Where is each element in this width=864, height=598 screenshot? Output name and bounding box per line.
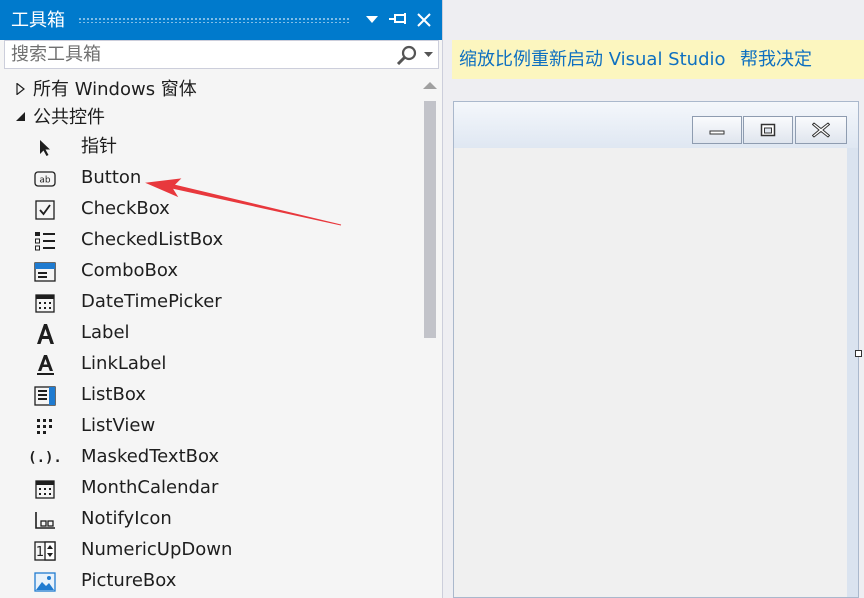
toolbox-title-bar[interactable]: 工具箱 — [0, 0, 442, 40]
chevron-down-icon — [424, 51, 433, 57]
picture-icon — [34, 571, 56, 593]
toolbox-search-box — [4, 40, 439, 69]
toolbox-item-listview[interactable]: ListView — [0, 411, 420, 442]
close-toolbox-button[interactable] — [413, 8, 435, 32]
item-label: ComboBox — [81, 260, 179, 281]
minimize-button[interactable] — [692, 116, 742, 144]
toolbox-scrollbar[interactable] — [420, 73, 441, 598]
listbox-icon — [34, 385, 56, 407]
close-form-button[interactable] — [795, 116, 847, 144]
search-icon — [396, 45, 417, 65]
link-label-icon — [34, 354, 56, 376]
help-me-decide-link[interactable]: 帮我决定 — [740, 48, 812, 72]
item-label: CheckBox — [81, 198, 170, 219]
expand-arrow-icon — [16, 83, 25, 95]
masked-textbox-icon: (.). — [28, 447, 62, 469]
close-icon — [812, 122, 830, 138]
toolbox-item-checkbox[interactable]: CheckBox — [0, 194, 420, 225]
button-icon-text: ab — [39, 176, 51, 186]
collapse-arrow-icon — [16, 112, 25, 121]
checked-list-icon — [34, 230, 56, 252]
scroll-up-arrow-icon[interactable] — [423, 81, 437, 90]
calendar-icon — [34, 478, 56, 500]
toolbox-tree: 所有 Windows 窗体 公共控件 指针 ab Button CheckBox… — [0, 73, 422, 598]
form-client-area[interactable] — [454, 148, 847, 597]
calendar-icon — [34, 292, 56, 314]
listview-icon — [34, 416, 56, 438]
numeric-updown-icon: 1 — [34, 540, 56, 562]
toolbox-item-linklabel[interactable]: LinkLabel — [0, 349, 420, 380]
maximize-button[interactable] — [743, 116, 793, 144]
dropdown-arrow-icon — [366, 16, 378, 23]
item-label: MonthCalendar — [81, 477, 219, 498]
toolbox-item-button[interactable]: ab Button — [0, 163, 420, 194]
item-label: CheckedListBox — [81, 229, 224, 250]
item-label: MaskedTextBox — [81, 446, 220, 467]
group-label: 所有 Windows 窗体 — [33, 79, 197, 100]
toolbox-item-numericupdown[interactable]: 1 NumericUpDown — [0, 535, 420, 566]
item-label: Label — [81, 322, 130, 343]
search-options-button[interactable] — [396, 43, 434, 66]
notify-icon — [34, 509, 56, 531]
group-common-controls[interactable]: 公共控件 — [0, 103, 420, 133]
title-grip[interactable] — [78, 17, 350, 23]
toolbox-item-checkedlistbox[interactable]: CheckedListBox — [0, 225, 420, 256]
toolbox-item-picturebox[interactable]: PictureBox — [0, 566, 420, 597]
toolbox-item-combobox[interactable]: ComboBox — [0, 256, 420, 287]
label-icon — [34, 323, 56, 345]
toolbox-item-monthcalendar[interactable]: MonthCalendar — [0, 473, 420, 504]
item-label: Button — [81, 167, 142, 188]
svg-text:1: 1 — [36, 545, 44, 560]
minimize-icon — [709, 130, 725, 135]
item-label: ListBox — [81, 384, 146, 405]
maximize-icon — [760, 123, 776, 137]
item-label: NotifyIcon — [81, 508, 172, 529]
resize-handle[interactable] — [855, 350, 862, 357]
toolbox-item-listbox[interactable]: ListBox — [0, 380, 420, 411]
item-label: ListView — [81, 415, 156, 436]
scroll-thumb[interactable] — [424, 101, 436, 338]
pointer-icon — [34, 137, 56, 159]
button-icon: ab — [34, 168, 56, 190]
window-position-dropdown[interactable] — [361, 8, 383, 32]
form-preview-window[interactable] — [453, 101, 859, 598]
toolbox-panel: 工具箱 搜索工具箱 所有 Windows 窗体 公共控件 指针 ab Butto… — [0, 0, 443, 598]
close-icon — [417, 13, 431, 27]
checkbox-icon — [34, 199, 56, 221]
item-label: DateTimePicker — [81, 291, 222, 312]
combobox-icon — [34, 261, 56, 283]
item-label: NumericUpDown — [81, 539, 233, 560]
restart-scaling-link[interactable]: 缩放比例重新启动 Visual Studio — [459, 48, 726, 72]
group-all-windows-forms[interactable]: 所有 Windows 窗体 — [0, 75, 420, 105]
item-label: 指针 — [81, 136, 117, 157]
toolbox-item-pointer[interactable]: 指针 — [0, 132, 420, 163]
toolbox-item-maskedtextbox[interactable]: (.). MaskedTextBox — [0, 442, 420, 473]
toolbox-item-notifyicon[interactable]: NotifyIcon — [0, 504, 420, 535]
toolbox-title: 工具箱 — [11, 10, 65, 31]
item-label: LinkLabel — [81, 353, 167, 374]
form-title-bar[interactable] — [454, 102, 858, 148]
item-label: PictureBox — [81, 570, 177, 591]
toolbox-item-label[interactable]: Label — [0, 318, 420, 349]
toolbox-search-input[interactable] — [11, 43, 391, 66]
info-bar: 缩放比例重新启动 Visual Studio 帮我决定 — [452, 40, 864, 79]
pin-icon — [389, 13, 406, 24]
auto-hide-pin-button[interactable] — [387, 8, 409, 32]
toolbox-item-datetimepicker[interactable]: DateTimePicker — [0, 287, 420, 318]
group-label: 公共控件 — [33, 107, 105, 128]
masked-icon-text: (.). — [28, 450, 62, 466]
